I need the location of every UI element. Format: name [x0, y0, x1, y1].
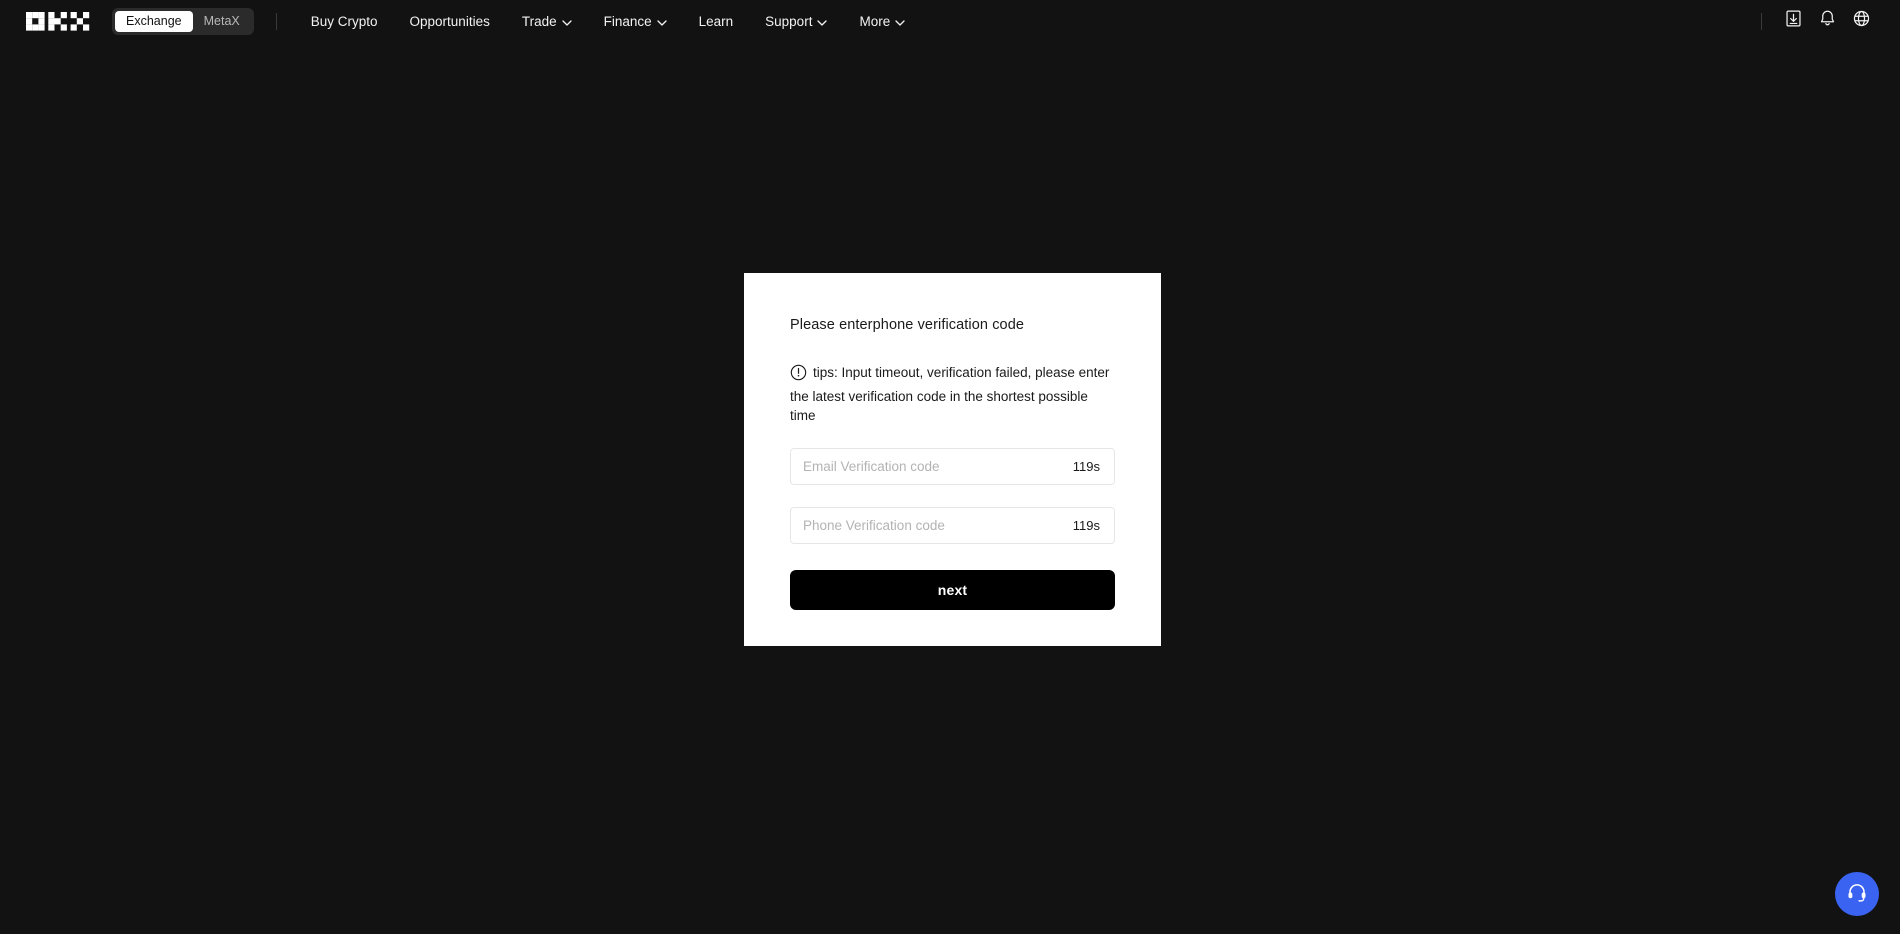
email-verification-input[interactable]	[803, 458, 1063, 474]
email-verification-field[interactable]: 119s	[790, 447, 1115, 485]
nav-label: Support	[765, 13, 813, 29]
download-app-button[interactable]	[1776, 4, 1810, 38]
tips-text: tips: Input timeout, verification failed…	[790, 365, 1110, 423]
customer-support-button[interactable]	[1835, 872, 1879, 916]
top-navigation-bar: Exchange MetaX Buy Crypto Opportunities …	[0, 0, 1900, 42]
nav-label: Opportunities	[409, 13, 490, 29]
nav-item-support[interactable]: Support	[749, 0, 843, 42]
nav-label: Trade	[521, 13, 557, 29]
nav-item-learn[interactable]: Learn	[683, 0, 750, 42]
chevron-down-icon	[895, 14, 905, 29]
nav-item-finance[interactable]: Finance	[588, 0, 683, 42]
product-toggle: Exchange MetaX	[112, 7, 254, 35]
phone-verification-input[interactable]	[803, 517, 1063, 533]
okx-logo[interactable]	[26, 11, 90, 31]
globe-icon	[1852, 9, 1871, 33]
bell-icon	[1818, 9, 1837, 33]
tips-message: tips: Input timeout, verification failed…	[790, 363, 1115, 426]
chevron-down-icon	[561, 14, 572, 29]
toggle-item-metax[interactable]: MetaX	[193, 11, 251, 32]
phone-verification-field[interactable]: 119s	[790, 506, 1115, 544]
nav-label: Finance	[603, 13, 652, 29]
download-icon	[1784, 9, 1803, 33]
warning-circle-icon	[790, 364, 807, 387]
next-button[interactable]: next	[790, 569, 1115, 610]
verification-card: Please enterphone verification code tips…	[744, 273, 1161, 646]
language-button[interactable]	[1844, 4, 1878, 38]
page-body: Please enterphone verification code tips…	[0, 42, 1900, 934]
header-divider	[275, 12, 277, 30]
chevron-down-icon	[656, 14, 667, 29]
nav-item-opportunities[interactable]: Opportunities	[394, 0, 506, 42]
nav-item-more[interactable]: More	[843, 0, 921, 42]
chevron-down-icon	[817, 14, 828, 29]
nav-label: Buy Crypto	[310, 13, 378, 29]
nav-label: More	[859, 13, 891, 29]
main-nav: Buy Crypto Opportunities Trade Finance L…	[295, 0, 921, 42]
nav-item-trade[interactable]: Trade	[506, 0, 588, 42]
phone-code-timer[interactable]: 119s	[1073, 518, 1100, 533]
headset-icon	[1846, 881, 1868, 908]
header-actions	[1761, 4, 1878, 38]
nav-label: Learn	[698, 13, 734, 29]
header-actions-divider	[1761, 12, 1762, 30]
okx-logo-icon	[26, 11, 90, 31]
nav-item-buy-crypto[interactable]: Buy Crypto	[295, 0, 394, 42]
toggle-item-exchange[interactable]: Exchange	[115, 10, 193, 32]
card-title: Please enterphone verification code	[790, 317, 1025, 333]
email-code-timer[interactable]: 119s	[1073, 459, 1100, 474]
notifications-button[interactable]	[1810, 4, 1844, 38]
